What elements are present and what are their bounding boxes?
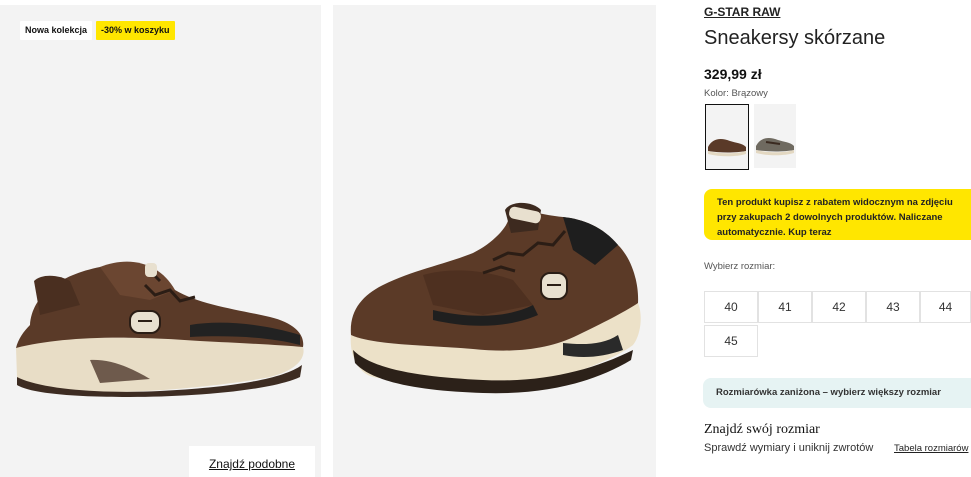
promo-line: przy zakupach 2 dowolnych produktów. Nal… [717,212,943,223]
size-option-44[interactable]: 44 [920,291,971,323]
sneaker-side-image [16,261,304,397]
new-collection-badge: Nowa kolekcja [20,21,93,40]
color-swatch-brown[interactable] [705,104,749,170]
promo-banner[interactable]: Ten produkt kupisz z rabatem widocznym n… [704,189,971,240]
size-info-note: Rozmiarówka zaniżona – wybierz większy r… [703,378,971,408]
size-option-43[interactable]: 43 [866,291,920,323]
sneaker-angle-image [350,202,641,394]
color-swatch-grey[interactable] [754,104,796,168]
find-size-description: Sprawdź wymiary i uniknij zwrotów [704,442,874,454]
promo-line: automatycznie. Kup teraz [717,227,832,238]
find-similar-button[interactable]: Znajdź podobne [189,446,315,477]
size-table-link[interactable]: Tabela rozmiarów [894,443,968,454]
discount-badge: -30% w koszyku [96,21,175,40]
size-option-42[interactable]: 42 [812,291,866,323]
size-option-40[interactable]: 40 [704,291,758,323]
product-image-side-view[interactable]: Nowa kolekcja -30% w koszyku Znajdź podo… [0,5,321,477]
swatch-grey-sneaker-icon [756,138,794,156]
swatch-brown-sneaker-icon [708,139,746,157]
size-option-45[interactable]: 45 [704,325,758,357]
color-label: Kolor: Brązowy [704,88,768,99]
promo-line: Ten produkt kupisz z rabatem widocznym n… [717,197,953,208]
product-title: Sneakersy skórzane [704,27,886,49]
brand-link[interactable]: G-STAR RAW [704,5,780,19]
size-option-41[interactable]: 41 [758,291,812,323]
size-select-label: Wybierz rozmiar: [704,261,776,272]
find-size-title: Znajdź swój rozmiar [704,422,820,437]
product-price: 329,99 zł [704,66,762,82]
product-image-angle-view[interactable] [333,5,656,477]
